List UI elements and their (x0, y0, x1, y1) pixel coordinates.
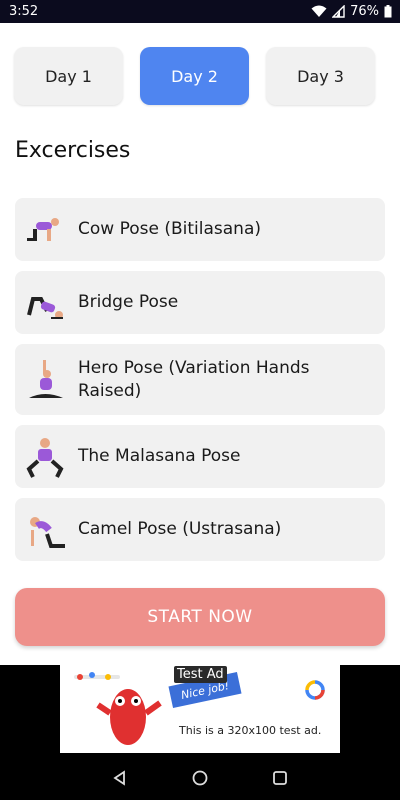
ad-text: This is a 320x100 test ad. (179, 724, 322, 737)
system-nav-bar (0, 755, 400, 800)
exercise-label: Hero Pose (Variation Hands Raised) (78, 357, 310, 401)
exercise-label: Bridge Pose (78, 292, 179, 312)
bridge-pose-icon (27, 296, 63, 319)
battery-icon (384, 5, 392, 18)
tab-day-1[interactable]: Day 1 (14, 47, 123, 105)
start-now-button[interactable]: START NOW (15, 588, 385, 646)
home-icon[interactable] (192, 770, 208, 786)
recents-icon[interactable] (272, 770, 288, 786)
exercise-item-hero-pose[interactable]: Hero Pose (Variation Hands Raised) (15, 344, 385, 415)
hero-pose-icon (29, 359, 63, 398)
camel-pose-icon (30, 516, 65, 548)
signal-icon (332, 5, 345, 18)
status-icons: 76% (311, 4, 392, 19)
back-icon[interactable] (112, 769, 128, 786)
tab-day-2[interactable]: Day 2 (140, 47, 249, 105)
exercise-label: Camel Pose (Ustrasana) (78, 519, 282, 539)
exercise-item-cow-pose[interactable]: Cow Pose (Bitilasana) (15, 198, 385, 261)
ad-tag: Test Ad (174, 666, 227, 683)
status-bar: 3:52 76% (0, 0, 400, 23)
tab-day-3[interactable]: Day 3 (266, 47, 375, 105)
exercise-label: Cow Pose (Bitilasana) (78, 219, 261, 239)
day-tabs: Day 1 Day 2 Day 3 (14, 47, 386, 105)
battery-percent: 76% (350, 4, 379, 19)
ad-logo-icon (305, 680, 325, 700)
wifi-icon (311, 5, 327, 17)
exercise-item-bridge-pose[interactable]: Bridge Pose (15, 271, 385, 334)
exercise-label: The Malasana Pose (78, 446, 241, 466)
malasana-pose-icon (26, 437, 64, 478)
ad-container: Nice job! Test Ad This is a 320x100 test… (0, 665, 400, 755)
status-time: 3:52 (9, 4, 39, 19)
exercise-item-camel-pose[interactable]: Camel Pose (Ustrasana) (15, 498, 385, 561)
section-title: Excercises (15, 138, 131, 163)
cow-pose-icon (27, 217, 59, 241)
exercise-item-malasana-pose[interactable]: The Malasana Pose (15, 425, 385, 488)
ad-monster-illustration (74, 672, 162, 745)
ad-banner[interactable]: Nice job! Test Ad This is a 320x100 test… (60, 665, 340, 753)
